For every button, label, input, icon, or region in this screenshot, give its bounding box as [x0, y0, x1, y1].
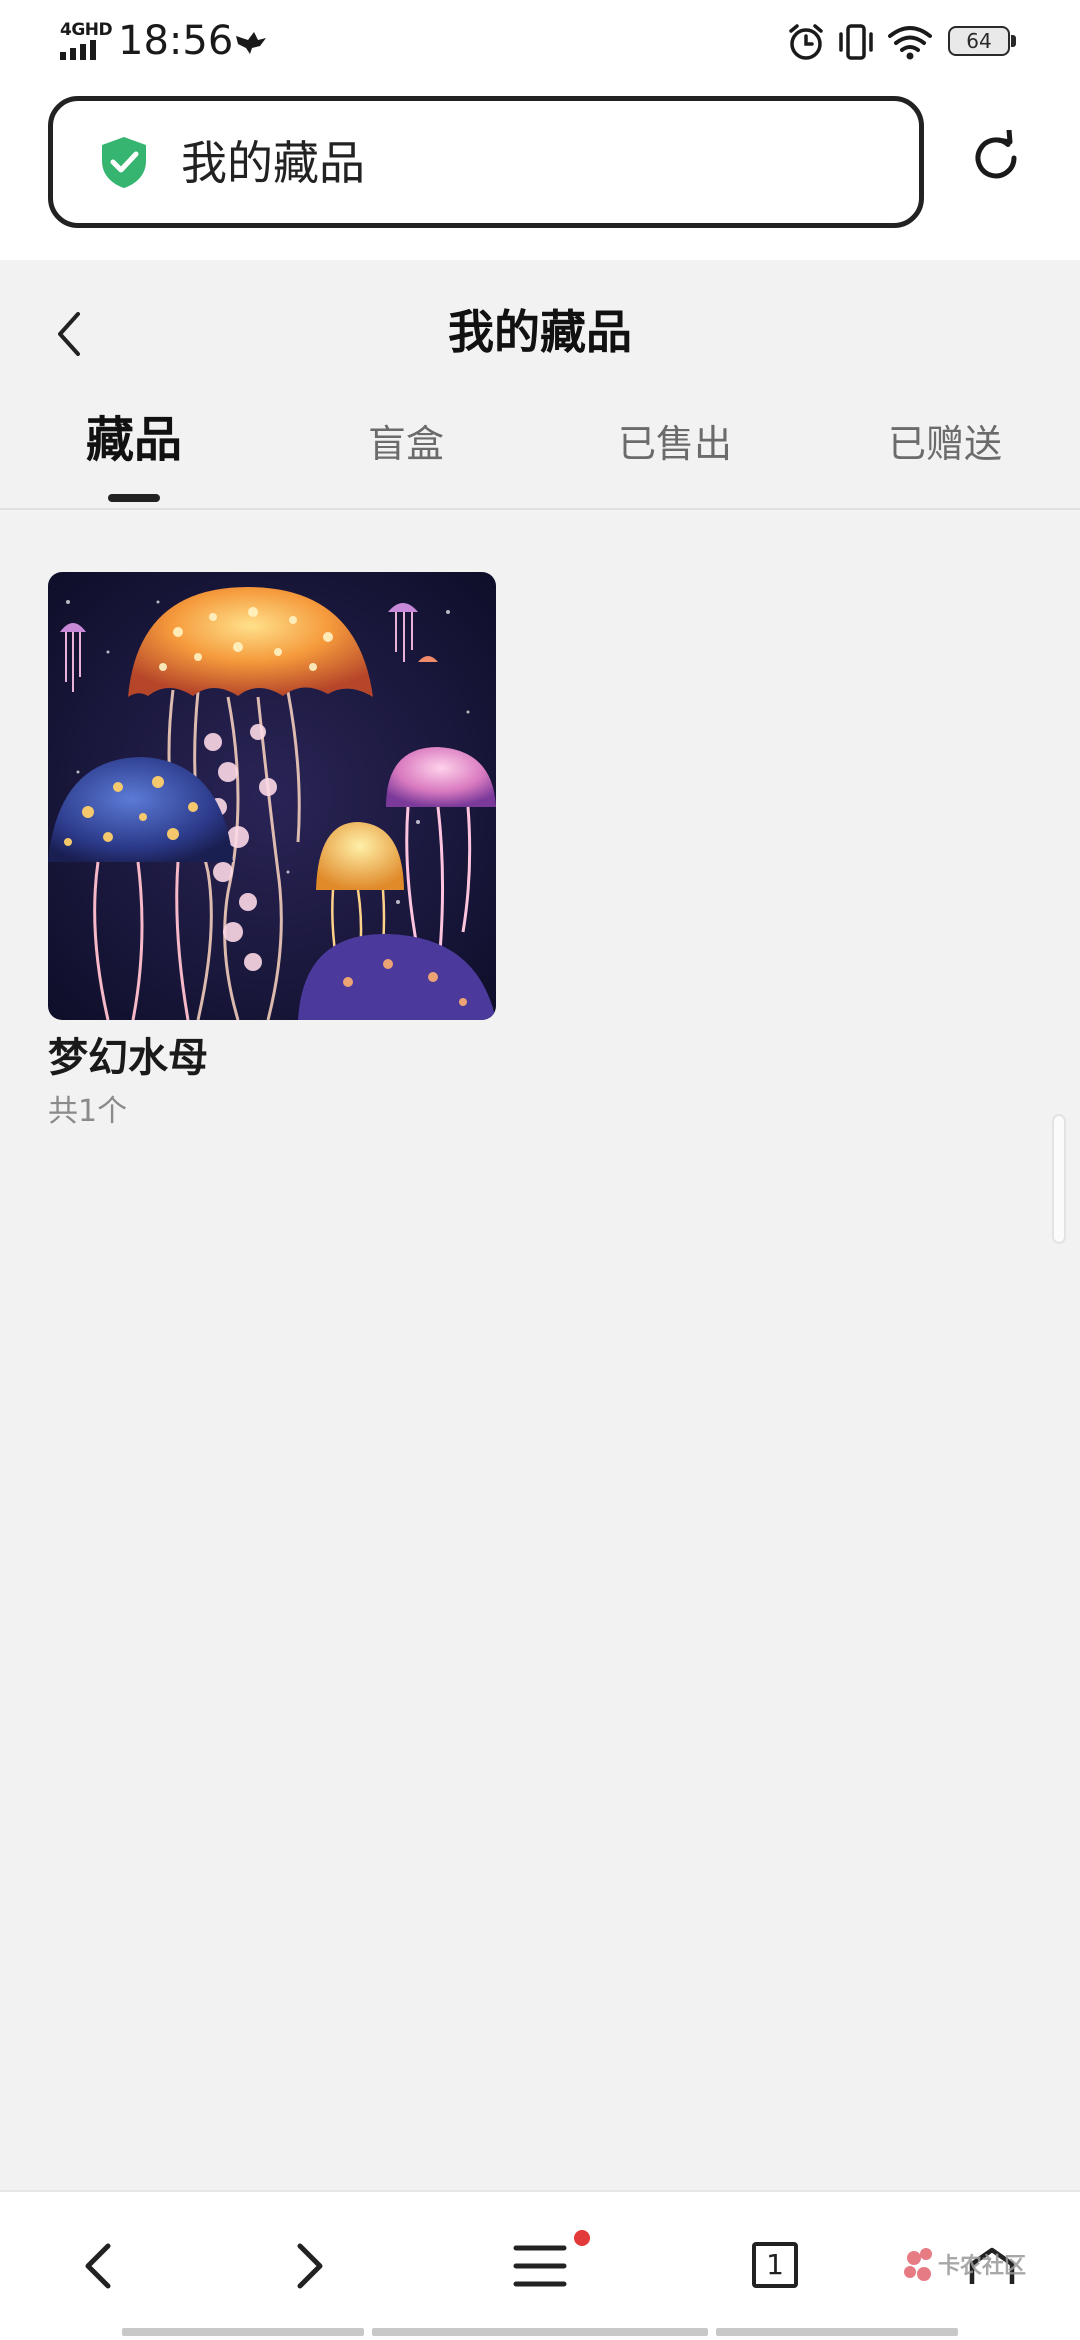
menu-notification-dot — [574, 2230, 590, 2246]
tab-blind-box[interactable]: 盲盒 — [346, 418, 466, 470]
refresh-icon[interactable] — [968, 130, 1024, 186]
alarm-icon — [789, 24, 823, 60]
tab-collections[interactable]: 藏品 — [74, 414, 194, 466]
tabs-count-button[interactable]: 1 — [752, 2242, 798, 2288]
collection-title: 梦幻水母 — [48, 1035, 208, 1081]
gesture-bar-center — [372, 2328, 708, 2336]
battery-level: 64 — [948, 26, 1010, 56]
address-title: 我的藏品 — [181, 136, 365, 190]
collection-image — [48, 572, 496, 1020]
tab-sold[interactable]: 已售出 — [600, 418, 750, 470]
address-bar[interactable]: 我的藏品 — [48, 96, 924, 228]
collection-card[interactable]: 梦幻水母 共1个 — [48, 572, 496, 1132]
page-title: 我的藏品 — [448, 305, 632, 359]
browser-bottom-nav: 1 卡农社区 — [0, 2190, 1080, 2340]
gesture-bar-left — [122, 2328, 364, 2336]
browser-address-area: 我的藏品 — [0, 88, 1080, 260]
signal-icon — [60, 40, 96, 60]
status-time: 18:56 — [118, 18, 234, 64]
status-bar: 4GHD 18:56 64 — [0, 0, 1080, 88]
scrollbar-thumb[interactable] — [1052, 1114, 1066, 1244]
collection-count: 共1个 — [48, 1094, 128, 1129]
active-tab-indicator — [108, 494, 160, 502]
nav-menu-icon[interactable] — [510, 2236, 570, 2296]
notification-bird-icon — [236, 32, 266, 54]
gesture-bar-right — [716, 2328, 958, 2336]
page-header: 我的藏品 藏品 盲盒 已售出 已赠送 — [0, 260, 1080, 510]
shield-check-icon — [102, 137, 146, 188]
tab-gifted[interactable]: 已赠送 — [870, 418, 1020, 470]
nav-forward-icon[interactable] — [278, 2236, 338, 2296]
wifi-icon — [888, 26, 932, 60]
battery-tip — [1011, 35, 1016, 47]
network-type: 4GHD — [60, 20, 113, 40]
vibrate-icon — [839, 24, 873, 60]
battery-indicator: 64 — [948, 26, 1018, 58]
nav-back-icon[interactable] — [70, 2236, 130, 2296]
watermark-text: 卡农社区 — [938, 2254, 1027, 2279]
